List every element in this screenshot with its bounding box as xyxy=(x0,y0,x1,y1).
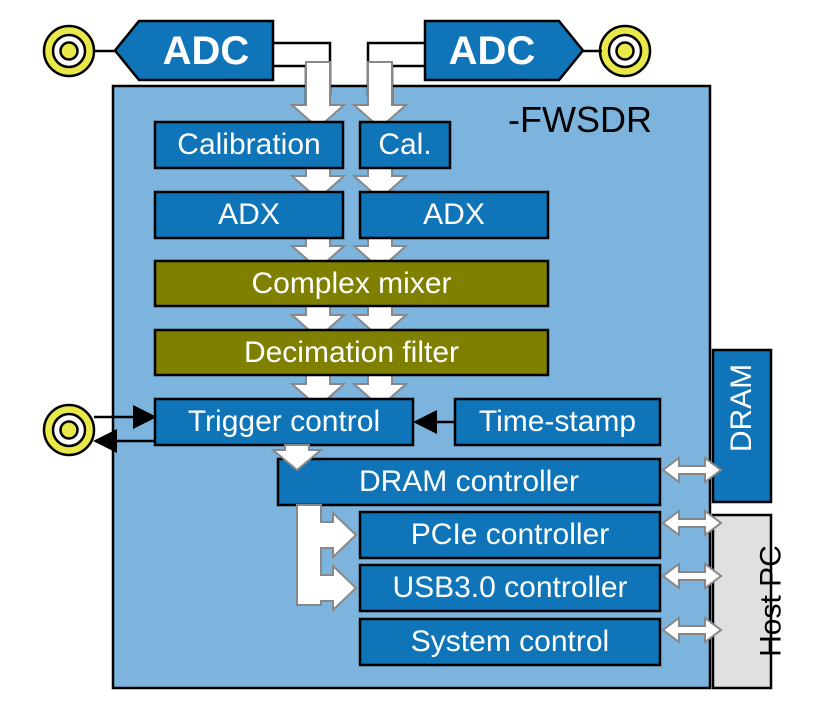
arrowhead-out-of-trigger xyxy=(93,429,117,453)
system-control-block xyxy=(358,617,662,667)
diagram-graphics: .blk { stroke:#000; stroke-width:2.5; } … xyxy=(42,19,773,690)
pcie-controller-block xyxy=(358,510,662,560)
host-pc-block xyxy=(711,513,773,690)
coax-connector-left xyxy=(42,24,96,78)
decimation-filter-block xyxy=(153,328,550,377)
adc-right-shape xyxy=(423,19,585,82)
dram-controller-block xyxy=(276,457,662,507)
coax-connector-trigger xyxy=(42,403,96,457)
calibration-block xyxy=(153,120,345,170)
adc-left-shape xyxy=(113,19,275,82)
adx-left-block xyxy=(153,190,345,240)
usb-controller-block xyxy=(358,563,662,613)
adx-right-block xyxy=(358,190,550,240)
trigger-control-block xyxy=(153,397,415,447)
cal-block xyxy=(358,120,452,170)
complex-mixer-block xyxy=(153,259,550,308)
dram-block xyxy=(711,348,773,504)
time-stamp-block xyxy=(453,397,662,447)
block-diagram: .blk { stroke:#000; stroke-width:2.5; } … xyxy=(0,0,832,728)
coax-connector-right xyxy=(598,24,652,78)
